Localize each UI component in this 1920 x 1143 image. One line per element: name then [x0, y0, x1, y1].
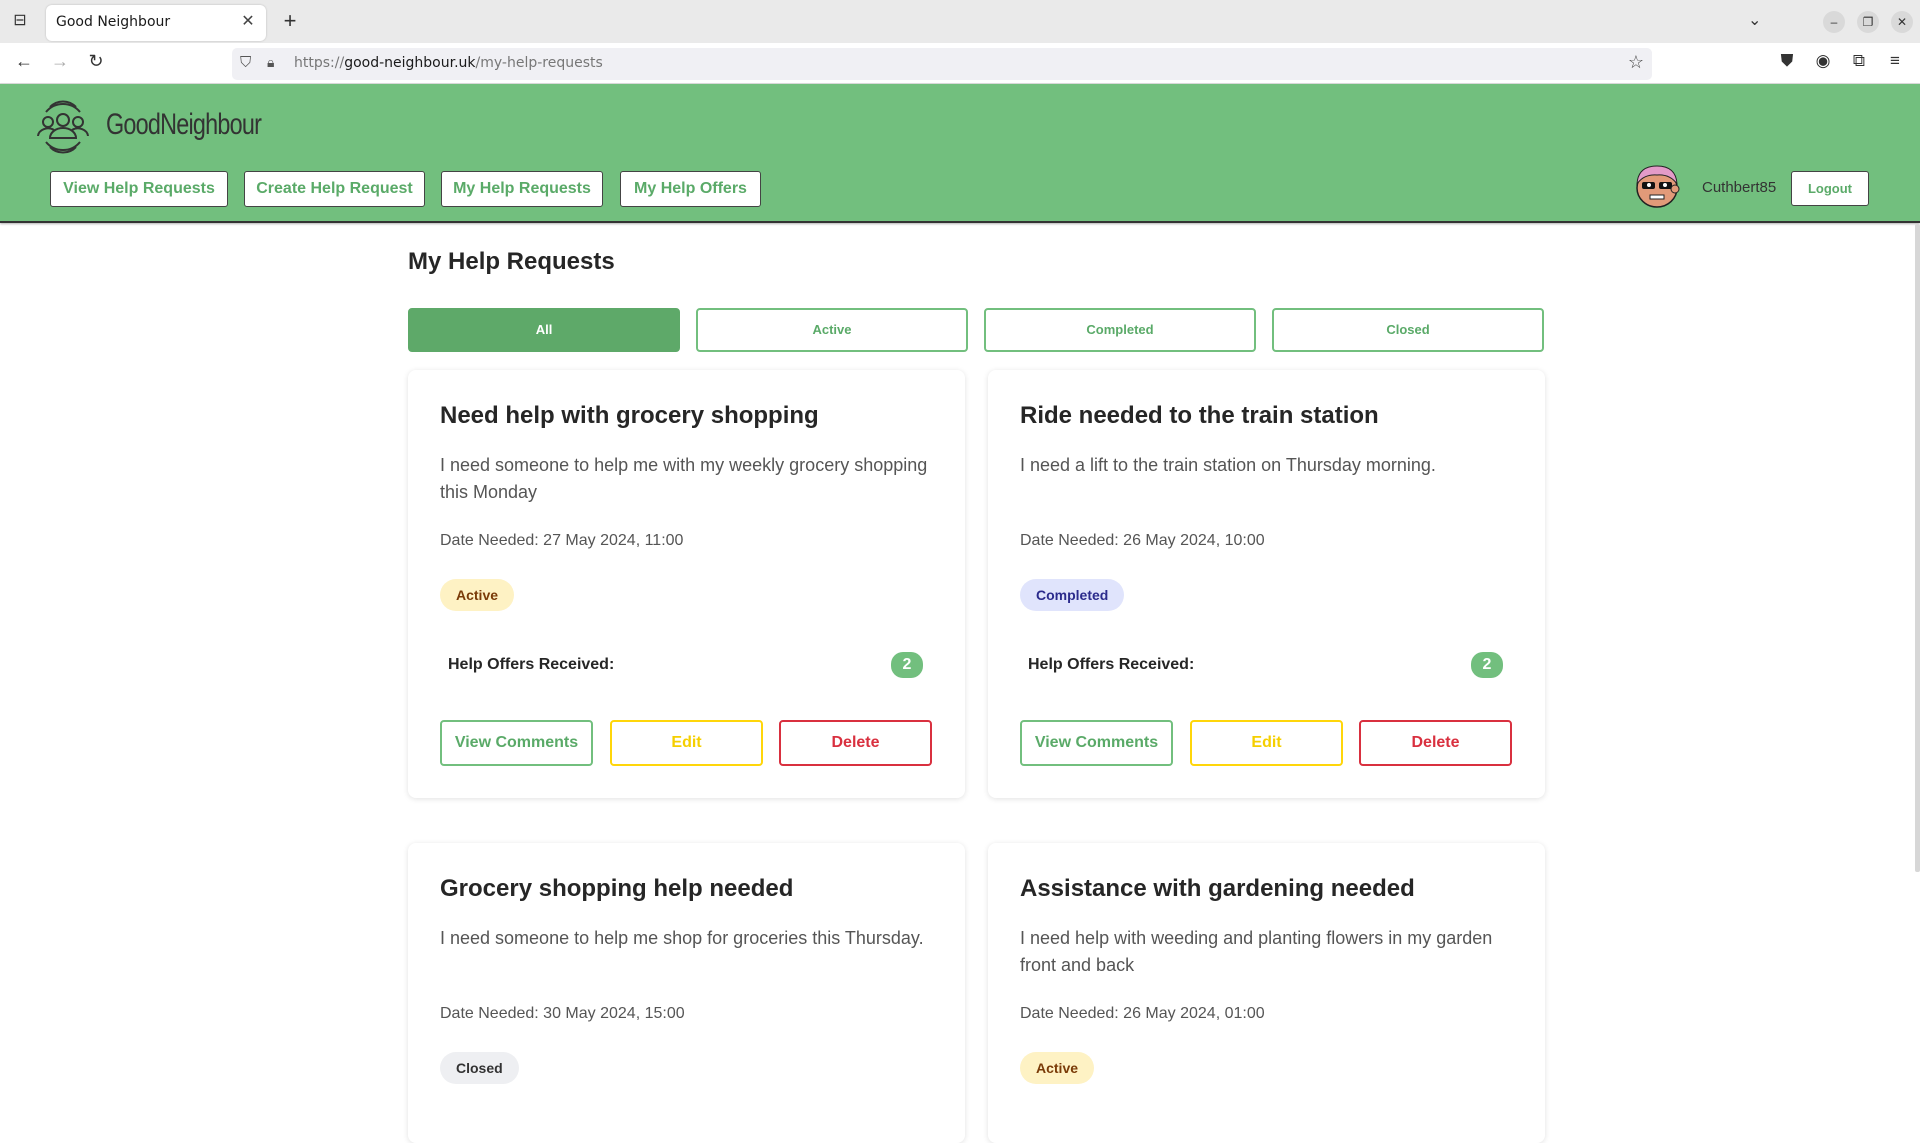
request-description: I need someone to help me shop for groce… [440, 928, 924, 948]
request-date: Date Needed: 26 May 2024, 01:00 [1020, 1005, 1265, 1022]
chevron-down-icon[interactable]: ⌄ [1748, 10, 1761, 30]
reload-icon[interactable]: ↻ [84, 51, 108, 72]
bookmark-star-icon[interactable]: ☆ [1628, 52, 1644, 73]
edit-button[interactable]: Edit [610, 720, 763, 766]
request-date: Date Needed: 30 May 2024, 15:00 [440, 1005, 685, 1022]
edit-button[interactable]: Edit [1190, 720, 1343, 766]
view-comments-button[interactable]: View Comments [1020, 720, 1173, 766]
delete-button[interactable]: Delete [779, 720, 932, 766]
request-description: I need a lift to the train station on Th… [1020, 455, 1436, 475]
request-title: Need help with grocery shopping [440, 402, 819, 429]
forward-icon[interactable]: → [48, 51, 72, 72]
site-header: GoodNeighbour View Help Requests Create … [0, 84, 1920, 223]
status-badge: Active [440, 579, 515, 611]
username: Cuthbert85 [1702, 179, 1777, 196]
status-badge: Completed [1020, 579, 1125, 611]
page-title: My Help Requests [408, 248, 615, 275]
browser-tab-bar: ⊟ Good Neighbour ✕ + ⌄ – ❐ ✕ [0, 0, 1920, 43]
nav-create-help-request[interactable]: Create Help Request [244, 171, 425, 207]
shield-icon[interactable]: ⛉ [240, 54, 251, 71]
request-title: Assistance with gardening needed [1020, 875, 1415, 902]
brand-name[interactable]: GoodNeighbour [106, 108, 262, 142]
tab-title: Good Neighbour [56, 14, 171, 30]
filter-all[interactable]: All [408, 308, 680, 352]
help-request-card: Assistance with gardening needed I need … [988, 843, 1545, 1143]
status-badge: Closed [440, 1052, 519, 1084]
tab-list-icon[interactable]: ⊟ [10, 11, 30, 31]
delete-button[interactable]: Delete [1359, 720, 1512, 766]
view-comments-button[interactable]: View Comments [440, 720, 593, 766]
offers-label: Help Offers Received: [1028, 656, 1195, 673]
request-date: Date Needed: 27 May 2024, 11:00 [440, 532, 684, 549]
request-description: I need someone to help me with my weekly… [440, 455, 928, 502]
offers-count-badge: 2 [1471, 652, 1503, 678]
minimize-icon[interactable]: – [1823, 11, 1845, 33]
url-scheme: https:// [294, 55, 345, 71]
extensions-icon[interactable]: ⧉ [1847, 51, 1871, 71]
restore-icon[interactable]: ❐ [1857, 11, 1879, 33]
pocket-icon[interactable]: ⛊ [1775, 51, 1799, 71]
account-icon[interactable]: ◉ [1811, 51, 1835, 71]
request-date: Date Needed: 26 May 2024, 10:00 [1020, 532, 1265, 549]
url-bar[interactable]: ⛉ 🔒︎ https://good-neighbour.uk/my-help-r… [232, 48, 1652, 80]
page-scrollbar[interactable] [1915, 224, 1920, 872]
user-avatar[interactable] [1630, 162, 1684, 210]
logout-button[interactable]: Logout [1791, 171, 1869, 206]
browser-tab[interactable]: Good Neighbour ✕ [46, 5, 266, 41]
close-tab-icon[interactable]: ✕ [238, 11, 258, 31]
request-title: Grocery shopping help needed [440, 875, 794, 902]
offers-count-badge: 2 [891, 652, 923, 678]
nav-my-help-offers[interactable]: My Help Offers [620, 171, 761, 207]
filter-closed[interactable]: Closed [1272, 308, 1544, 352]
help-request-card: Need help with grocery shopping I need s… [408, 370, 965, 798]
menu-icon[interactable]: ≡ [1883, 51, 1907, 71]
lock-icon[interactable]: 🔒︎ [267, 54, 274, 71]
back-icon[interactable]: ← [12, 51, 36, 72]
nav-view-help-requests[interactable]: View Help Requests [50, 171, 228, 207]
nav-my-help-requests[interactable]: My Help Requests [441, 171, 603, 207]
request-description: I need help with weeding and planting fl… [1020, 928, 1493, 975]
filter-active[interactable]: Active [696, 308, 968, 352]
offers-label: Help Offers Received: [448, 656, 615, 673]
close-window-icon[interactable]: ✕ [1891, 11, 1913, 33]
help-request-card: Grocery shopping help needed I need some… [408, 843, 965, 1143]
help-request-card: Ride needed to the train station I need … [988, 370, 1545, 798]
url-host: good-neighbour.uk [344, 55, 476, 71]
url-text[interactable]: https://good-neighbour.uk/my-help-reques… [294, 55, 603, 71]
filter-completed[interactable]: Completed [984, 308, 1256, 352]
browser-toolbar: ← → ↻ ⛉ 🔒︎ https://good-neighbour.uk/my-… [0, 43, 1920, 84]
logo-icon[interactable] [34, 98, 92, 156]
url-path: /my-help-requests [475, 55, 603, 71]
new-tab-icon[interactable]: + [280, 8, 300, 34]
status-badge: Active [1020, 1052, 1095, 1084]
request-title: Ride needed to the train station [1020, 402, 1379, 429]
